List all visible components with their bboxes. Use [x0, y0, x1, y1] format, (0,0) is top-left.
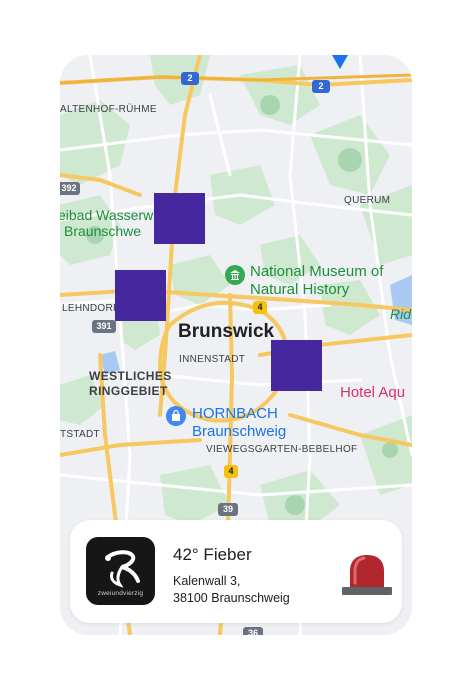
- venue-logo: zweiundvierzig: [86, 537, 155, 605]
- location-marker[interactable]: [115, 270, 166, 321]
- highway-shield-a2-east: 2: [312, 80, 330, 93]
- label-westliches-1: WESTLICHES: [89, 369, 172, 383]
- address-line-2: 38100 Braunschweig: [173, 591, 290, 605]
- location-marker[interactable]: [271, 340, 322, 391]
- location-marker[interactable]: [154, 193, 205, 244]
- road-shield-4-south: 4: [224, 465, 238, 478]
- museum-icon[interactable]: [225, 265, 245, 285]
- label-rid: Rid: [390, 306, 412, 322]
- address-line-1: Kalenwall 3,: [173, 574, 241, 588]
- venue-name: 42° Fieber: [173, 545, 252, 564]
- road-shield-4: 4: [253, 301, 267, 314]
- label-museum-2[interactable]: Natural History: [250, 281, 349, 299]
- logo-text: zweiundvierzig: [97, 590, 144, 597]
- label-museum-1[interactable]: National Museum of: [250, 263, 383, 281]
- label-hornbach-1[interactable]: HORNBACH: [192, 405, 278, 423]
- road-shield-391: 391: [92, 320, 116, 333]
- highway-shield-36: 36: [243, 627, 263, 635]
- label-altenhof: ALTENHOF-RÜHME: [60, 104, 157, 115]
- label-freibad-2: Braunschwe: [64, 223, 142, 239]
- label-city[interactable]: Brunswick: [178, 321, 274, 343]
- siren-icon[interactable]: [340, 553, 394, 597]
- label-westliches-2: RINGGEBIET: [89, 384, 168, 398]
- label-freibad-1: eibad Wasserw: [60, 207, 154, 223]
- shopping-bag-icon[interactable]: [166, 406, 186, 426]
- highway-shield-39: 39: [218, 503, 238, 516]
- road-shield-392: 392: [60, 182, 80, 195]
- label-weststadt: TSTADT: [60, 429, 100, 440]
- label-querum: QUERUM: [344, 195, 391, 206]
- label-lehndorf: LEHNDORF: [62, 303, 120, 314]
- store-card: ALTENHOF-RÜHME QUERUM eibad Wasserw Brau…: [60, 55, 412, 635]
- label-viewegsgarten: VIEWEGSGARTEN-BEBELHOF: [206, 444, 358, 455]
- highway-shield-a2: 2: [181, 72, 199, 85]
- label-hotel[interactable]: Hotel Aqu: [340, 384, 405, 401]
- venue-address: Kalenwall 3, 38100 Braunschweig: [173, 573, 290, 607]
- venue-info-card[interactable]: zweiundvierzig 42° Fieber Kalenwall 3, 3…: [70, 520, 402, 623]
- label-hornbach-2[interactable]: Braunschweig: [192, 423, 286, 441]
- label-innenstadt: INNENSTADT: [179, 354, 246, 365]
